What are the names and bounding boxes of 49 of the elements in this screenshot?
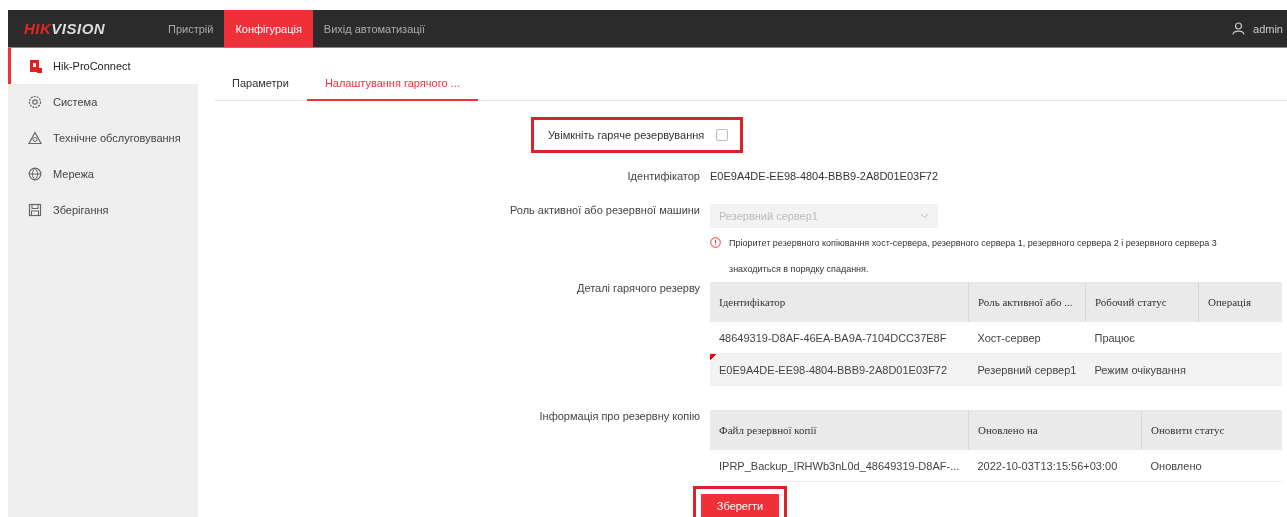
- chevron-icon: [920, 213, 929, 219]
- nav-tab[interactable]: Конфігурація: [224, 10, 313, 47]
- logo-icon: [28, 59, 42, 73]
- warning-icon: [710, 237, 721, 248]
- sidebar-label[interactable]: Зберігання: [53, 204, 109, 216]
- checkbox-label: Увімкніть гаряче резервування: [548, 129, 705, 141]
- settings-icon: [28, 95, 42, 109]
- globe-icon: [28, 167, 42, 181]
- table-cell: Режим очікування: [1085, 353, 1199, 386]
- sidebar-label[interactable]: Hik-ProConnect: [53, 60, 131, 72]
- sidebar-label[interactable]: Технічне обслуговування: [53, 132, 181, 144]
- table-cell: Працює: [1085, 322, 1199, 354]
- column-header: Роль активної або ...: [968, 282, 1086, 322]
- column-header: Операція: [1198, 282, 1282, 322]
- save-button[interactable]: Зберегти: [701, 494, 779, 517]
- sidebar-item[interactable]: Зберігання: [8, 192, 198, 228]
- field-label: Деталі гарячого резерву: [576, 282, 700, 294]
- nav-tab[interactable]: Пристрій: [157, 10, 225, 47]
- column-header: Оновлено на: [968, 410, 1142, 450]
- tab[interactable]: Налаштування гарячого ...: [306, 67, 478, 101]
- table-cell: 48649319-D8AF-46EA-BA9A-7104DCC37E8F: [710, 322, 969, 354]
- table-cell: 2022-10-03T13:15:56+03:00: [968, 450, 1142, 482]
- hint-text: Пріоритет резервного копіювання хост-сервера, резервного сервера 1, резервного сервера 2 і резервного сервера 3 знаходиться в порядку спадання.: [729, 237, 1218, 276]
- nav-tab[interactable]: Вихід автоматизації: [312, 10, 437, 47]
- identifier-value: E0E9A4DE-EE98-4804-BBB9-2A8D01E03F72: [710, 170, 939, 182]
- column-header: Ідентифікатор: [710, 282, 969, 322]
- column-header: Файл резервної копії: [710, 410, 969, 450]
- field-label: Роль активної або резервної машини: [509, 204, 700, 216]
- column-header: Оновити статус: [1141, 410, 1282, 450]
- table-cell: Резервний сервер1: [968, 353, 1086, 386]
- sidebar-item[interactable]: Hik-ProConnect: [8, 48, 198, 84]
- sidebar-item[interactable]: Технічне обслуговування: [8, 120, 198, 156]
- column-header: Робочий статус: [1085, 282, 1199, 322]
- tab[interactable]: Параметри: [214, 67, 307, 101]
- sidebar-item[interactable]: Мережа: [8, 156, 198, 192]
- field-label: Ідентифікатор: [627, 170, 700, 182]
- checkbox[interactable]: [716, 129, 729, 141]
- sidebar-label[interactable]: Мережа: [53, 168, 94, 180]
- user-icon[interactable]: [1232, 22, 1246, 35]
- table-cell: Оновлено: [1141, 450, 1282, 482]
- triangle-icon: [28, 131, 42, 145]
- user-name[interactable]: admin: [1253, 22, 1283, 35]
- field-label: Інформація про резервну копію: [539, 410, 700, 422]
- table-cell: IPRP_Backup_IRHWb3nL0d_48649319-D8AF-...: [710, 450, 969, 482]
- logo: HIKVISION: [23, 19, 107, 39]
- table-cell: E0E9A4DE-EE98-4804-BBB9-2A8D01E03F72: [710, 353, 969, 386]
- table-cell: Хост-сервер: [968, 322, 1086, 354]
- sidebar-item[interactable]: Система: [8, 84, 198, 120]
- sidebar-label[interactable]: Система: [53, 96, 98, 108]
